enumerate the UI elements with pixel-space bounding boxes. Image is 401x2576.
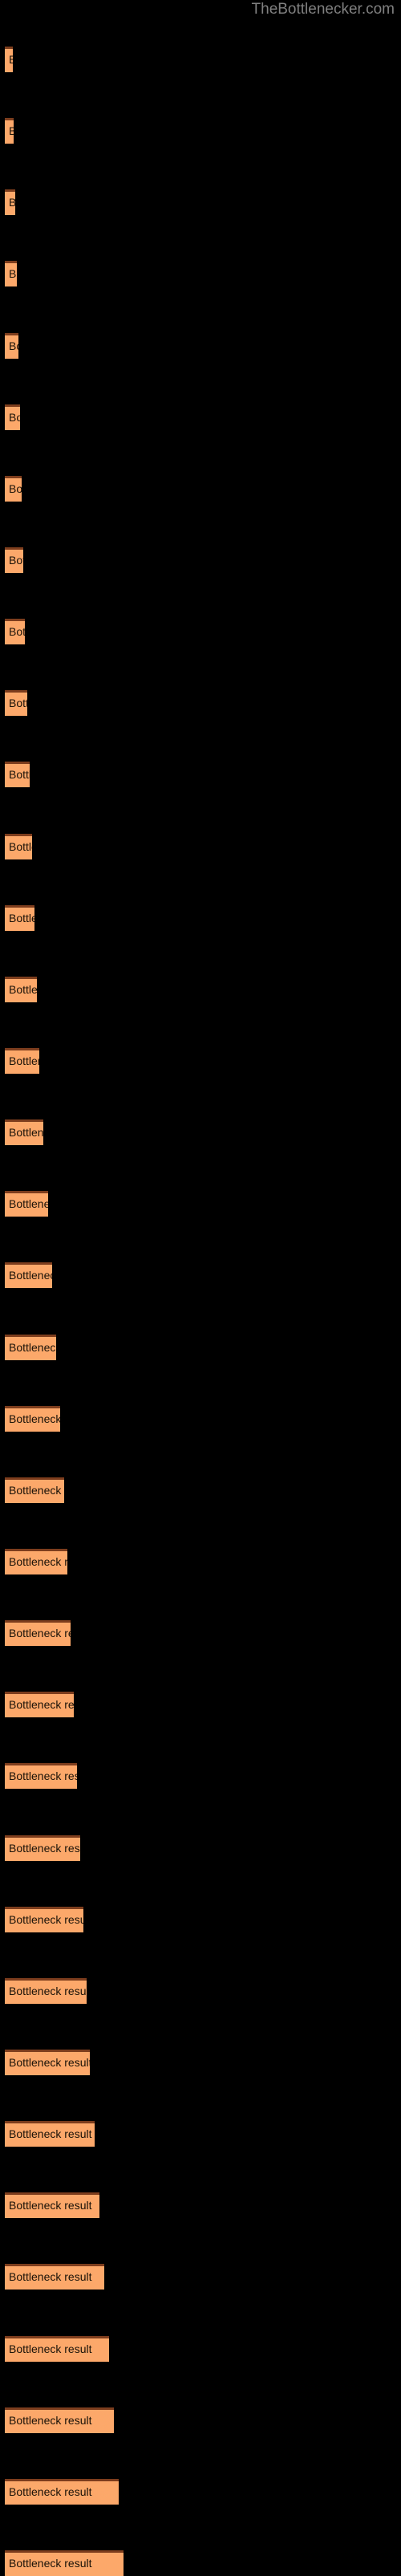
bar[interactable] — [5, 1835, 80, 1861]
bar[interactable] — [5, 977, 37, 1002]
bar-row[interactable]: Bottleneck result — [5, 118, 14, 144]
bar[interactable] — [5, 1119, 43, 1145]
bar[interactable] — [5, 1549, 67, 1574]
bar-row[interactable]: Bottleneck result — [5, 1907, 83, 1932]
bar-row[interactable]: Bottleneck result — [5, 2264, 104, 2290]
bar[interactable] — [5, 333, 18, 359]
bar[interactable] — [5, 619, 25, 644]
bar[interactable] — [5, 1477, 64, 1503]
bar-row[interactable]: Bottleneck result — [5, 189, 15, 215]
bar[interactable] — [5, 476, 22, 502]
bar[interactable] — [5, 1262, 52, 1288]
bar-row[interactable]: Bottleneck result — [5, 1048, 39, 1074]
bar[interactable] — [5, 2407, 114, 2433]
bar[interactable] — [5, 2050, 90, 2075]
bar-row[interactable]: Bottleneck result — [5, 404, 20, 430]
bar-row[interactable]: Bottleneck result — [5, 2192, 99, 2218]
bar[interactable] — [5, 118, 14, 144]
bar[interactable] — [5, 47, 13, 72]
bar[interactable] — [5, 1763, 77, 1789]
bar[interactable] — [5, 1907, 83, 1932]
bar-row[interactable]: Bottleneck result — [5, 2407, 114, 2433]
bar[interactable] — [5, 261, 17, 286]
bar-row[interactable]: Bottleneck result — [5, 1835, 80, 1861]
bar-row[interactable]: Bottleneck result — [5, 762, 30, 787]
bar[interactable] — [5, 1692, 74, 1717]
bar[interactable] — [5, 2336, 109, 2362]
bar-row[interactable]: Bottleneck result — [5, 1763, 77, 1789]
bar[interactable] — [5, 1191, 48, 1217]
bar-row[interactable]: Bottleneck result — [5, 2479, 119, 2505]
bar[interactable] — [5, 2479, 119, 2505]
bar[interactable] — [5, 2550, 124, 2576]
bar[interactable] — [5, 404, 20, 430]
bar[interactable] — [5, 1048, 39, 1074]
bar-row[interactable]: Bottleneck result — [5, 2550, 124, 2576]
bar-row[interactable]: Bottleneck result — [5, 690, 27, 716]
bar-row[interactable]: Bottleneck result — [5, 333, 18, 359]
bar-row[interactable]: Bottleneck result — [5, 2050, 90, 2075]
bar[interactable] — [5, 1620, 71, 1646]
bar-row[interactable]: Bottleneck result — [5, 1119, 43, 1145]
bar[interactable] — [5, 905, 34, 931]
bar[interactable] — [5, 1335, 56, 1360]
bar[interactable] — [5, 547, 23, 573]
bar-row[interactable]: Bottleneck result — [5, 261, 17, 286]
bar[interactable] — [5, 1978, 87, 2004]
bar-row[interactable]: Bottleneck result — [5, 2121, 95, 2147]
bar-row[interactable]: Bottleneck result — [5, 547, 23, 573]
bar[interactable] — [5, 690, 27, 716]
bar-row[interactable]: Bottleneck result — [5, 1335, 56, 1360]
bar-row[interactable]: Bottleneck result — [5, 977, 37, 1002]
bar[interactable] — [5, 2192, 99, 2218]
bar-row[interactable]: Bottleneck result — [5, 476, 22, 502]
bar-row[interactable]: Bottleneck result — [5, 1549, 67, 1574]
bar-row[interactable]: Bottleneck result — [5, 47, 13, 72]
bar[interactable] — [5, 834, 32, 859]
bar[interactable] — [5, 2264, 104, 2290]
bar-series: Bottleneck result Bottleneck result Bottle… — [0, 0, 401, 2576]
bar[interactable] — [5, 1406, 60, 1432]
bar-row[interactable]: Bottleneck result — [5, 834, 32, 859]
bar-row[interactable]: Bottleneck result — [5, 1978, 87, 2004]
bar-row[interactable]: Bottleneck result — [5, 905, 34, 931]
bottleneck-chart: TheBottlenecker.com Bottleneck resultBot… — [0, 0, 401, 2576]
bar[interactable] — [5, 2121, 95, 2147]
bar-row[interactable]: Bottleneck result — [5, 619, 25, 644]
bar-row[interactable]: Bottleneck result — [5, 1620, 71, 1646]
bar-row[interactable]: Bottleneck result — [5, 1191, 48, 1217]
bar-row[interactable]: Bottleneck result — [5, 1406, 60, 1432]
bar[interactable] — [5, 189, 15, 215]
bar-row[interactable]: Bottleneck result — [5, 2336, 109, 2362]
bar-row[interactable]: Bottleneck result — [5, 1262, 52, 1288]
bar[interactable] — [5, 762, 30, 787]
bar-row[interactable]: Bottleneck result — [5, 1692, 74, 1717]
bar-row[interactable]: Bottleneck result — [5, 1477, 64, 1503]
